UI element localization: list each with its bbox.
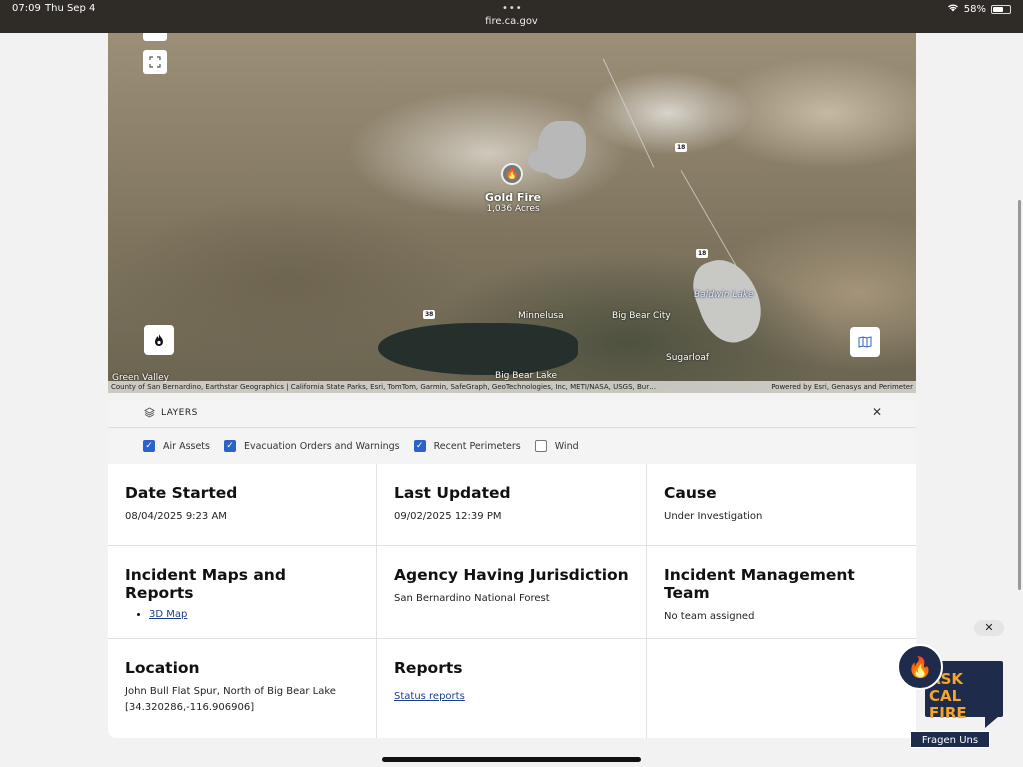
layers-header: LAYERS ✕ — [108, 400, 916, 428]
cell-management-team: Incident Management Team No team assigne… — [647, 546, 916, 639]
place-label: Baldwin Lake — [694, 290, 754, 300]
fragen-uns-button[interactable]: Fragen Uns — [910, 731, 990, 748]
cell-value: 08/04/2025 9:23 AM — [125, 511, 227, 522]
place-label: Big Bear Lake — [495, 371, 557, 381]
cell-last-updated: Last Updated 09/02/2025 12:39 PM — [377, 464, 647, 546]
fire-name-label: Gold Fire — [484, 191, 542, 204]
road-line — [680, 170, 737, 266]
attribution-powered[interactable]: Powered by Esri, Genasys and Perimeter — [771, 383, 913, 391]
place-label: Minnelusa — [518, 311, 564, 321]
location-coords: [34.320286,-116.906906] — [125, 702, 255, 713]
layers-icon — [144, 407, 155, 421]
highway-shield: 18 — [696, 249, 709, 258]
cell-value: Under Investigation — [664, 511, 763, 522]
attribution-sources: County of San Bernardino, Earthstar Geog… — [111, 383, 657, 391]
cell-title: Last Updated — [394, 484, 511, 502]
cell-agency: Agency Having Jurisdiction San Bernardin… — [377, 546, 647, 639]
cell-title: Agency Having Jurisdiction — [394, 566, 629, 584]
cell-value: No team assigned — [664, 611, 755, 622]
layer-evacuation[interactable]: ✓ Evacuation Orders and Warnings — [223, 440, 400, 452]
cell-title: Incident Management Team — [664, 566, 855, 602]
cell-title: Incident Maps and Reports — [125, 566, 286, 602]
battery-percent: 58% — [963, 3, 986, 15]
cell-empty — [647, 639, 916, 738]
incident-map[interactable]: 🔥 Gold Fire 1,036 Acres Minnelusa Big Be… — [108, 33, 916, 393]
fire-acres-label: 1,036 Acres — [486, 204, 540, 214]
layers-title: LAYERS — [161, 408, 198, 418]
cell-cause: Cause Under Investigation — [647, 464, 916, 546]
checkbox-recent-perimeters[interactable]: ✓ — [413, 440, 426, 452]
layers-options: ✓ Air Assets ✓ Evacuation Orders and War… — [108, 429, 916, 463]
status-right: 58% — [947, 3, 1011, 15]
close-icon[interactable]: ✕ — [872, 405, 882, 419]
cell-location: Location John Bull Flat Spur, North of B… — [108, 639, 377, 738]
cell-title: Cause — [664, 484, 717, 502]
checkbox-evacuation[interactable]: ✓ — [223, 440, 236, 452]
highway-shield: 18 — [675, 143, 688, 152]
battery-icon — [991, 4, 1011, 14]
cell-reports: Reports Status reports — [377, 639, 647, 738]
location-value: John Bull Flat Spur, North of Big Bear L… — [125, 686, 336, 697]
scrollbar[interactable] — [1018, 200, 1021, 590]
cell-title: Date Started — [125, 484, 238, 502]
list-item: 3D Map — [149, 609, 359, 620]
speech-tail — [985, 716, 999, 728]
fire-layer-button[interactable] — [144, 325, 174, 355]
layer-label: Wind — [554, 440, 579, 452]
close-widget-button[interactable]: ✕ — [974, 620, 1004, 636]
layer-recent-perimeters[interactable]: ✓ Recent Perimeters — [413, 440, 521, 452]
road-line — [602, 58, 655, 168]
status-time: 07:09 — [12, 3, 41, 14]
maps-list: 3D Map — [125, 609, 359, 620]
cell-value: San Bernardino National Forest — [394, 593, 550, 604]
cell-title: Location — [125, 659, 200, 677]
place-label: Big Bear City — [612, 311, 671, 321]
fire-marker-icon[interactable]: 🔥 — [501, 163, 523, 185]
zoom-out-button[interactable] — [143, 33, 167, 41]
cell-value: 09/02/2025 12:39 PM — [394, 511, 502, 522]
layer-label: Evacuation Orders and Warnings — [243, 440, 400, 452]
incident-info-grid: Date Started 08/04/2025 9:23 AM Last Upd… — [108, 464, 916, 738]
address-bar[interactable]: fire.ca.gov — [0, 16, 1023, 27]
fire-perimeter-part — [528, 148, 563, 173]
checkbox-air-assets[interactable]: ✓ — [143, 440, 155, 452]
cell-title: Reports — [394, 659, 463, 677]
status-date: Thu Sep 4 — [45, 3, 96, 14]
expand-icon — [149, 56, 161, 68]
layer-wind[interactable]: Wind — [534, 440, 579, 452]
layer-air-assets[interactable]: ✓ Air Assets — [143, 440, 210, 452]
status-bar: 07:09 Thu Sep 4 ••• fire.ca.gov 58% — [0, 0, 1023, 33]
wifi-icon — [947, 3, 959, 15]
home-indicator[interactable] — [382, 757, 641, 762]
lake-big-bear — [378, 323, 578, 375]
map-icon — [858, 336, 872, 348]
flame-icon — [155, 334, 163, 346]
fullscreen-button[interactable] — [143, 50, 167, 74]
layer-label: Recent Perimeters — [433, 440, 521, 452]
status-reports-link[interactable]: Status reports — [394, 691, 465, 702]
more-options-icon[interactable]: ••• — [502, 3, 523, 14]
flame-icon[interactable]: 🔥 — [897, 644, 943, 690]
place-label: Sugarloaf — [666, 353, 710, 363]
layer-label: Air Assets — [163, 440, 210, 452]
cell-date-started: Date Started 08/04/2025 9:23 AM — [108, 464, 377, 546]
cell-incident-maps: Incident Maps and Reports 3D Map — [108, 546, 377, 639]
map-attribution: County of San Bernardino, Earthstar Geog… — [108, 381, 916, 393]
checkbox-wind[interactable] — [534, 440, 547, 452]
basemap-button[interactable] — [850, 327, 880, 357]
3d-map-link[interactable]: 3D Map — [149, 609, 187, 620]
lake-baldwin — [685, 250, 771, 351]
highway-shield: 38 — [423, 310, 436, 319]
